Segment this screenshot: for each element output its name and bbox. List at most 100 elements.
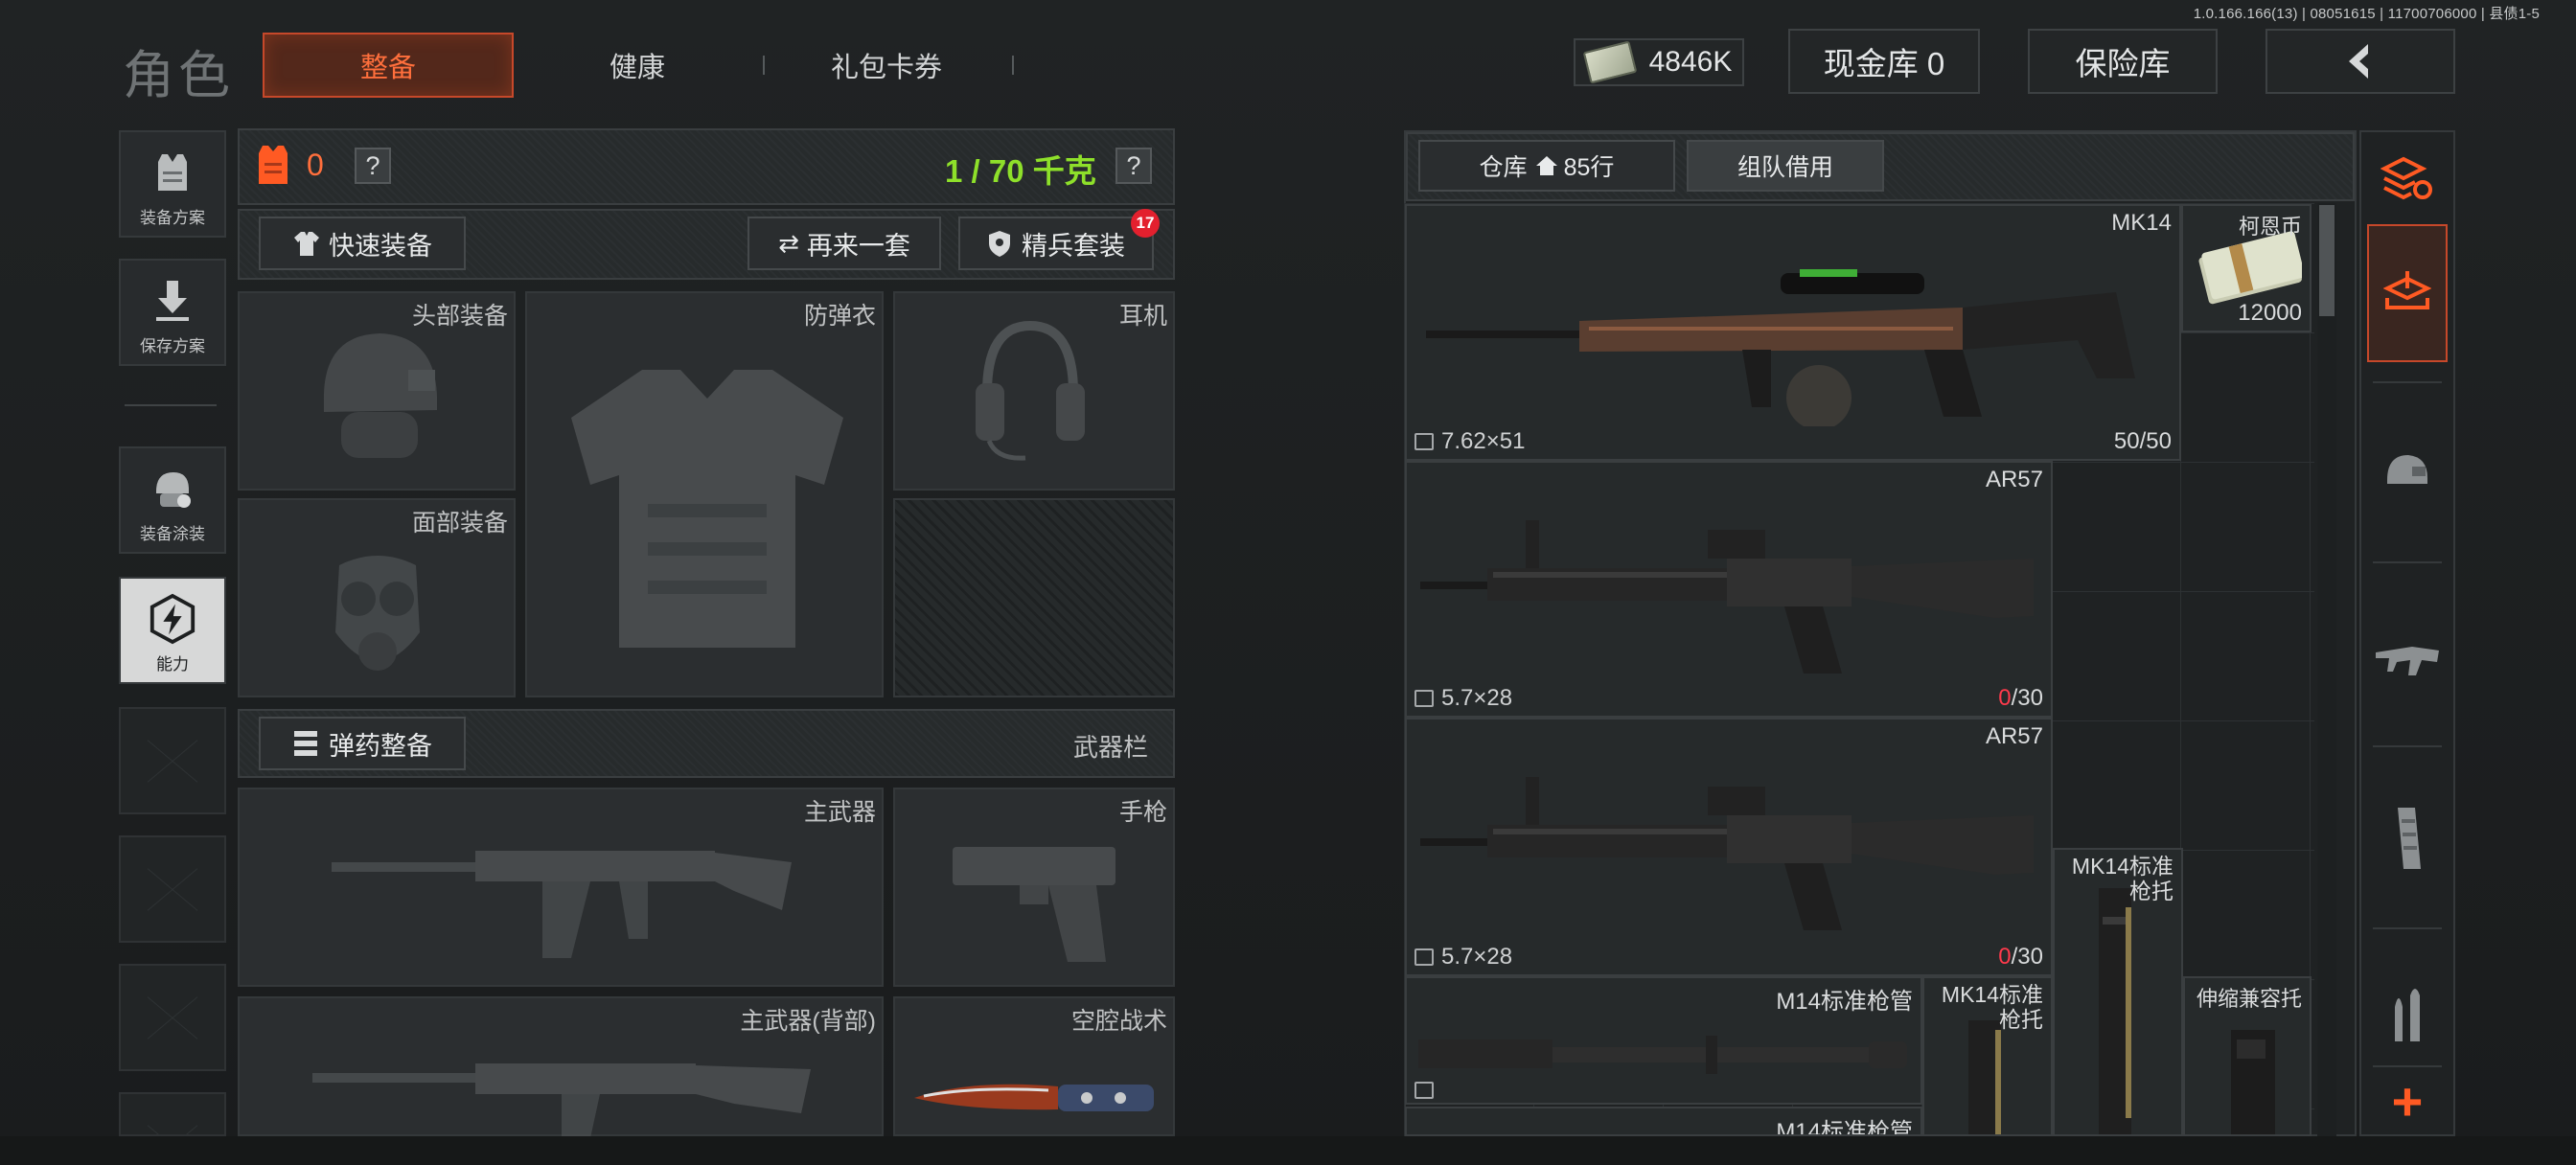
shirt-icon [294, 232, 319, 256]
ar57-rifle-icon [1420, 777, 2034, 930]
pistol-slot-label: 手枪 [1118, 799, 1167, 826]
stash-item-mk14[interactable]: MK14 7.62×51 50/50 [1405, 204, 2181, 461]
item-name: M14标准枪管 [1776, 1119, 1913, 1136]
stock-icon [2099, 888, 2131, 1134]
ammo-caliber: 5.7×28 [1441, 685, 1513, 711]
rail-divider [2373, 927, 2442, 929]
category-gear-button[interactable] [2367, 406, 2448, 540]
stash-item-ar57[interactable]: AR57 5.7×28 0/30 [1405, 718, 2053, 976]
chevron-left-icon [2349, 44, 2368, 79]
equipment-paint-button[interactable]: 装备涂装 [119, 446, 226, 554]
money-display[interactable]: 4846K [1574, 38, 1744, 86]
stash-item-mk14-stock[interactable]: MK14标准枪托 [2053, 848, 2183, 1136]
pistol-slot[interactable]: 手枪 [893, 788, 1175, 987]
refresh-icon: ⇄ [778, 228, 799, 258]
primary-slot-label: 主武器 [803, 799, 876, 826]
tab-health[interactable]: 健康 [537, 33, 738, 98]
tab-equip[interactable]: 整备 [263, 33, 514, 98]
sidebar-item-label: 装备方案 [140, 209, 205, 227]
stash-item-ar57[interactable]: AR57 5.7×28 0/30 [1405, 461, 2053, 718]
stash-scrollbar[interactable] [2317, 203, 2336, 1137]
back-weapon-slot[interactable]: 主武器(背部) [238, 996, 884, 1138]
back-button[interactable] [2266, 29, 2455, 94]
durability: 50/50 [2114, 428, 2172, 455]
rail-divider [2373, 745, 2442, 747]
item-name: MK14 [2111, 210, 2172, 236]
gas-mask-icon [335, 556, 420, 671]
stash-item-m14-barrel[interactable]: M14标准枪管 [1405, 976, 1922, 1105]
stash-tray-icon [2383, 271, 2431, 309]
knife-icon [914, 1084, 1154, 1111]
add-category-button[interactable]: + [2367, 1069, 2448, 1134]
weight-help-button[interactable]: ? [1116, 148, 1152, 184]
primary-weapon-slot[interactable]: 主武器 [238, 788, 884, 987]
durability-max: /30 [2011, 944, 2043, 970]
team-borrow-tab[interactable]: 组队借用 [1687, 140, 1884, 192]
empty-sidebar-slot [119, 1092, 226, 1136]
head-slot[interactable]: 头部装备 [238, 291, 516, 491]
headset-icon [976, 320, 1085, 461]
tab-gift-cards[interactable]: 礼包卡券 [786, 33, 987, 98]
ammo-caliber: 7.62×51 [1441, 428, 1526, 454]
stash-item-telescopic-stock[interactable]: 伸缩兼容托 [2183, 976, 2312, 1136]
durability: 0/30 [1998, 685, 2043, 712]
bottom-bar [0, 1136, 2576, 1165]
ammo-info: 5.7×28 [1414, 685, 1512, 712]
version-text: 1.0.166.166(13) | 08051615 | 11700706000… [2193, 6, 2540, 22]
sort-refresh-button[interactable] [2367, 134, 2448, 224]
ability-button[interactable]: 能力 [119, 577, 226, 684]
stash-scroll-thumb[interactable] [2319, 205, 2334, 316]
quick-equip-button[interactable]: 快速装备 [259, 217, 466, 270]
durability-max: /50 [2139, 428, 2172, 454]
ear-slot[interactable]: 耳机 [893, 291, 1175, 491]
barrel-icon [1418, 1036, 1907, 1074]
vest-plan-icon [147, 148, 198, 196]
stock-icon [1968, 1020, 2001, 1134]
sidebar-divider [125, 404, 217, 406]
category-weapon-button[interactable] [2367, 590, 2448, 724]
quick-equip-label: 快速装备 [329, 231, 432, 261]
loadout-plan-button[interactable]: 装备方案 [119, 130, 226, 238]
insurance-vault-button[interactable]: 保险库 [2028, 29, 2218, 94]
ammo-icon [294, 731, 317, 756]
armor-vest-icon [259, 142, 288, 184]
ammo-equip-button[interactable]: 弹药整备 [259, 717, 466, 770]
ear-slot-label: 耳机 [1118, 303, 1167, 330]
melee-slot[interactable]: 空腔战术 [893, 996, 1175, 1136]
item-name: 伸缩兼容托 [2196, 987, 2302, 1011]
rail-divider [2373, 1065, 2442, 1067]
ar57-rifle-icon [1420, 520, 2034, 674]
ammo-box-icon [1414, 948, 1434, 966]
money-value: 4846K [1648, 46, 1733, 78]
stash-item-m14-barrel[interactable]: M14标准枪管 [1405, 1107, 1922, 1136]
durability-current: 0 [1998, 944, 2012, 970]
bullets-icon [2395, 989, 2420, 1041]
rail-divider [2373, 381, 2442, 383]
weapon-bar-label: 武器栏 [1073, 733, 1149, 762]
assault-rifle-icon [332, 851, 792, 958]
face-slot[interactable]: 面部装备 [238, 498, 516, 697]
cash-vault-button[interactable]: 现金库 0 [1788, 29, 1980, 94]
category-all-button[interactable] [2367, 224, 2448, 362]
back-slot-label: 主武器(背部) [740, 1008, 876, 1035]
vest-slot[interactable]: 防弹衣 [525, 291, 884, 697]
ammo-equip-label: 弹药整备 [329, 731, 432, 761]
item-name: MK14标准枪托 [2071, 854, 2174, 904]
stash-item-mk14-stock[interactable]: MK14标准枪托 [1922, 976, 2053, 1136]
again-set-button[interactable]: ⇄ 再来一套 [748, 217, 941, 270]
category-magazine-button[interactable] [2367, 772, 2448, 906]
ammo-box-icon [1414, 433, 1434, 450]
warehouse-tab[interactable]: 仓库 85行 [1418, 140, 1675, 192]
vest-slot-label: 防弹衣 [803, 303, 876, 330]
save-plan-button[interactable]: 保存方案 [119, 259, 226, 366]
lightning-hex-icon [147, 593, 198, 645]
pistol-icon [953, 847, 1116, 962]
item-name: AR57 [1985, 723, 2043, 749]
armor-help-button[interactable]: ? [355, 148, 391, 184]
elite-set-button[interactable]: 精兵套装 [958, 217, 1154, 270]
download-icon [147, 277, 198, 325]
stash-item-koen-coin[interactable]: 柯恩币 12000 [2181, 204, 2312, 332]
locked-slot [893, 498, 1175, 697]
category-ammo-button[interactable] [2367, 954, 2448, 1073]
durability-max: /30 [2011, 685, 2043, 711]
